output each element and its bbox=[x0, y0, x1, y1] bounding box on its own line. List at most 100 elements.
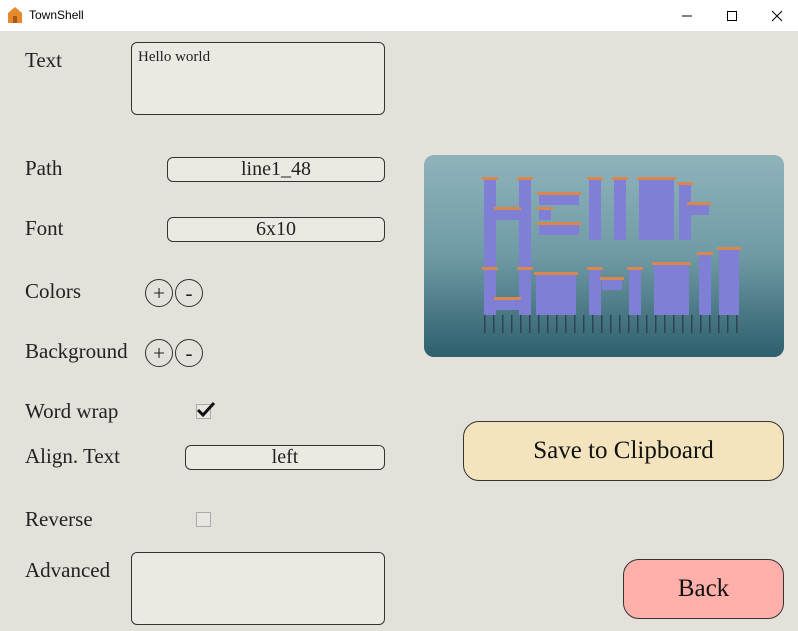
town-block bbox=[482, 267, 498, 270]
town-block bbox=[654, 265, 689, 315]
town-block bbox=[646, 315, 648, 333]
town-block bbox=[494, 207, 521, 210]
town-block bbox=[600, 277, 624, 280]
town-block bbox=[655, 315, 657, 333]
town-block bbox=[539, 225, 579, 235]
advanced-label: Advanced bbox=[25, 558, 111, 582]
town-block bbox=[517, 177, 533, 180]
background-remove-button[interactable]: - bbox=[175, 339, 203, 367]
town-block bbox=[592, 315, 594, 333]
town-block bbox=[536, 275, 576, 315]
background-add-button[interactable]: + bbox=[145, 339, 173, 367]
town-block bbox=[736, 315, 738, 333]
town-block bbox=[689, 205, 709, 215]
word-wrap-checkbox[interactable] bbox=[196, 401, 216, 419]
text-input[interactable]: Hello world bbox=[131, 42, 385, 115]
town-block bbox=[614, 180, 626, 240]
preview-image bbox=[424, 155, 784, 357]
town-block bbox=[484, 270, 496, 315]
town-block bbox=[652, 262, 691, 265]
word-wrap-label: Word wrap bbox=[25, 399, 119, 423]
maximize-icon bbox=[727, 10, 737, 21]
back-button[interactable]: Back bbox=[623, 559, 784, 619]
path-label: Path bbox=[25, 156, 63, 180]
reverse-label: Reverse bbox=[25, 507, 93, 531]
town-block bbox=[539, 195, 579, 205]
maximize-button[interactable] bbox=[709, 0, 755, 31]
town-block bbox=[537, 222, 581, 225]
town-block bbox=[602, 280, 622, 290]
town-block bbox=[718, 315, 720, 333]
checkmark-icon bbox=[196, 401, 216, 417]
colors-remove-button[interactable]: - bbox=[175, 279, 203, 307]
town-block bbox=[697, 252, 713, 255]
town-block bbox=[682, 315, 684, 333]
town-block bbox=[627, 267, 643, 270]
align-text-select[interactable]: left bbox=[185, 445, 385, 470]
town-block bbox=[539, 210, 551, 220]
background-label: Background bbox=[25, 339, 128, 363]
town-block bbox=[496, 300, 519, 310]
town-block bbox=[587, 267, 603, 270]
title-bar: TownShell bbox=[0, 0, 798, 31]
reverse-checkbox[interactable] bbox=[196, 512, 211, 527]
town-block bbox=[700, 315, 702, 333]
close-icon bbox=[771, 10, 783, 21]
town-block bbox=[519, 270, 531, 315]
town-block bbox=[493, 315, 495, 333]
town-block bbox=[519, 180, 531, 270]
path-input[interactable]: line1_48 bbox=[167, 157, 385, 182]
town-block bbox=[496, 210, 519, 220]
town-block bbox=[529, 315, 531, 333]
town-block bbox=[673, 315, 675, 333]
app-house-icon bbox=[8, 7, 22, 23]
town-block bbox=[727, 315, 729, 333]
town-block bbox=[494, 297, 521, 300]
town-block bbox=[502, 315, 504, 333]
town-block bbox=[612, 177, 628, 180]
town-block bbox=[517, 267, 533, 270]
town-block bbox=[691, 315, 693, 333]
town-block bbox=[589, 270, 601, 315]
town-block bbox=[637, 315, 639, 333]
minimize-button[interactable] bbox=[664, 0, 710, 31]
town-block bbox=[537, 207, 553, 210]
town-block bbox=[699, 255, 711, 315]
town-block bbox=[538, 315, 540, 333]
align-text-label: Align. Text bbox=[25, 444, 120, 468]
town-block bbox=[520, 315, 522, 333]
town-block bbox=[589, 180, 601, 240]
town-block bbox=[709, 315, 711, 333]
font-label: Font bbox=[25, 216, 64, 240]
town-block bbox=[537, 192, 581, 195]
town-block bbox=[637, 177, 676, 180]
town-block bbox=[619, 315, 621, 333]
town-block bbox=[687, 202, 711, 205]
colors-add-button[interactable]: + bbox=[145, 279, 173, 307]
town-block bbox=[719, 250, 739, 315]
town-block bbox=[511, 315, 513, 333]
window-title: TownShell bbox=[29, 8, 84, 22]
town-block bbox=[556, 315, 558, 333]
town-block bbox=[565, 315, 567, 333]
text-label: Text bbox=[25, 48, 63, 72]
town-block bbox=[717, 247, 741, 250]
town-block bbox=[484, 180, 496, 270]
minimize-icon bbox=[682, 15, 692, 16]
town-block bbox=[547, 315, 549, 333]
town-block bbox=[482, 177, 498, 180]
town-block bbox=[574, 315, 576, 333]
close-button[interactable] bbox=[754, 0, 798, 31]
town-block bbox=[677, 182, 693, 185]
town-block bbox=[583, 315, 585, 333]
save-to-clipboard-button[interactable]: Save to Clipboard bbox=[463, 421, 784, 481]
town-preview-graphic bbox=[424, 155, 784, 357]
advanced-input[interactable] bbox=[131, 552, 385, 625]
town-block bbox=[629, 270, 641, 315]
town-block bbox=[664, 315, 666, 333]
colors-label: Colors bbox=[25, 279, 82, 303]
town-block bbox=[610, 315, 612, 333]
town-block bbox=[639, 180, 674, 240]
font-input[interactable]: 6x10 bbox=[167, 217, 385, 242]
town-block bbox=[587, 177, 603, 180]
